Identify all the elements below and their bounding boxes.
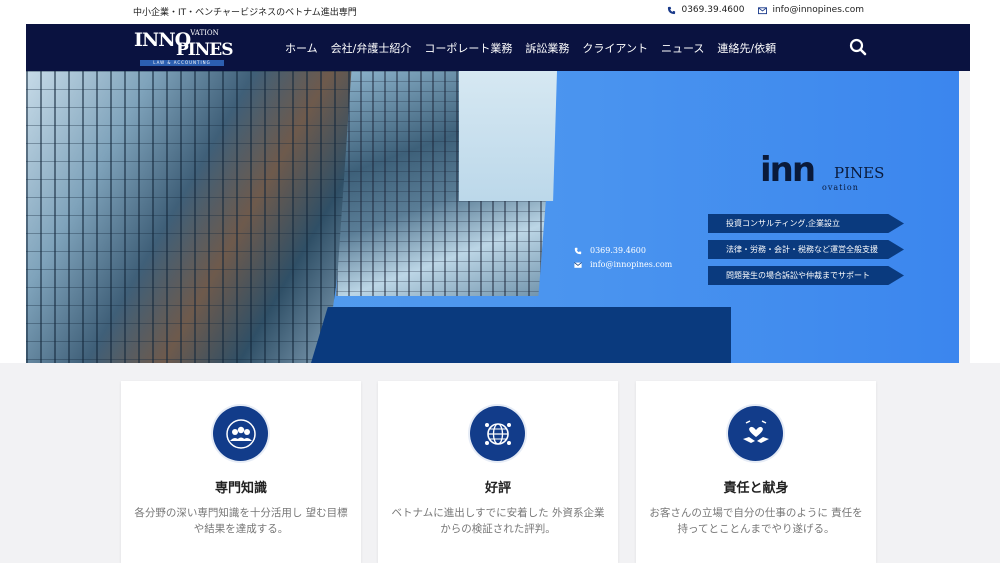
search-icon[interactable] xyxy=(849,38,867,56)
service-ribbon: 投資コンサルティング,企業設立 xyxy=(708,214,904,233)
handshake-heart-icon xyxy=(728,406,783,461)
expert-team-icon xyxy=(213,406,268,461)
mail-icon xyxy=(758,6,768,14)
feature-card: 好評 ベトナムに進出しすでに安着した 外資系企業からの検証された評判。 xyxy=(378,381,618,563)
nav-item-about[interactable]: 会社/弁護士紹介 xyxy=(331,40,412,56)
nav-item-litigation[interactable]: 訴訟業務 xyxy=(525,40,569,56)
hero-brand-logo: inn PINES ovation xyxy=(760,150,900,198)
hero-email[interactable]: info@innopines.com xyxy=(574,260,672,269)
sky-image xyxy=(459,71,557,201)
top-phone-text: 0369.39.4600 xyxy=(681,5,745,15)
feature-title: 専門知識 xyxy=(214,481,267,496)
site-tagline: 中小企業・IT・ベンチャービジネスのベトナム進出専門 xyxy=(133,8,357,18)
feature-card: 専門知識 各分野の深い専門知識を十分活用し 望む目標や結果を達成する。 xyxy=(121,381,361,563)
hero-phone[interactable]: 0369.39.4600 xyxy=(574,246,672,255)
hero-edge xyxy=(959,71,970,363)
global-network-icon xyxy=(470,406,525,461)
feature-text: ベトナムに進出しすでに安着した 外資系企業からの検証された評判。 xyxy=(391,507,605,535)
main-navbar: INNOVATION PINES LAW & ACCOUNTING ホーム 会社… xyxy=(26,24,970,71)
logo-line1-small: VATION xyxy=(190,29,219,37)
feature-text: 各分野の深い専門知識を十分活用し 望む目標や結果を達成する。 xyxy=(134,507,348,535)
service-ribbon: 問題発生の場合訴訟や仲裁までサポート xyxy=(708,266,904,285)
feature-card: 責任と献身 お客さんの立場で自分の仕事のように 責任を持ってとことんまでやり遂げ… xyxy=(636,381,876,563)
site-logo[interactable]: INNOVATION PINES LAW & ACCOUNTING xyxy=(134,29,234,67)
logo-tagline: LAW & ACCOUNTING xyxy=(140,60,224,66)
nav-item-news[interactable]: ニュース xyxy=(661,40,704,56)
feature-text: お客さんの立場で自分の仕事のように 責任を持ってとことんまでやり遂げる。 xyxy=(649,507,863,535)
nav-menu: ホーム 会社/弁護士紹介 コーポレート業務 訴訟業務 クライアント ニュース 連… xyxy=(285,24,776,71)
logo-line2: PINES xyxy=(176,40,234,60)
building-image-left xyxy=(26,71,366,363)
service-ribbons: 投資コンサルティング,企業設立 法律・労務・会計・税務など運営全般支援 問題発生… xyxy=(708,214,904,292)
feature-title: 好評 xyxy=(484,481,511,496)
top-email-text: info@innopines.com xyxy=(772,5,864,15)
hero-contact-band xyxy=(311,307,731,363)
mail-icon xyxy=(574,261,582,268)
nav-item-clients[interactable]: クライアント xyxy=(582,40,648,56)
top-email[interactable]: info@innopines.com xyxy=(758,5,864,15)
brand-inn: inn xyxy=(760,150,816,190)
nav-item-home[interactable]: ホーム xyxy=(285,40,318,56)
nav-item-corporate[interactable]: コーポレート業務 xyxy=(424,40,512,56)
brand-ovation: ovation xyxy=(822,183,859,192)
feature-title: 責任と献身 xyxy=(723,481,789,496)
top-phone[interactable]: 0369.39.4600 xyxy=(667,5,744,15)
top-bar: 中小企業・IT・ベンチャービジネスのベトナム進出専門 0369.39.4600 … xyxy=(0,0,1000,24)
hero-contact-info: 0369.39.4600 info@innopines.com xyxy=(574,246,672,274)
brand-pines: PINES xyxy=(834,164,885,182)
hero-phone-text: 0369.39.4600 xyxy=(590,246,646,255)
hero-email-text: info@innopines.com xyxy=(590,260,673,269)
nav-item-contact[interactable]: 連絡先/依頼 xyxy=(717,40,776,56)
phone-icon xyxy=(574,247,582,254)
top-contact: 0369.39.4600 info@innopines.com xyxy=(667,5,864,15)
phone-icon xyxy=(668,6,676,14)
service-ribbon: 法律・労務・会計・税務など運営全般支援 xyxy=(708,240,904,259)
